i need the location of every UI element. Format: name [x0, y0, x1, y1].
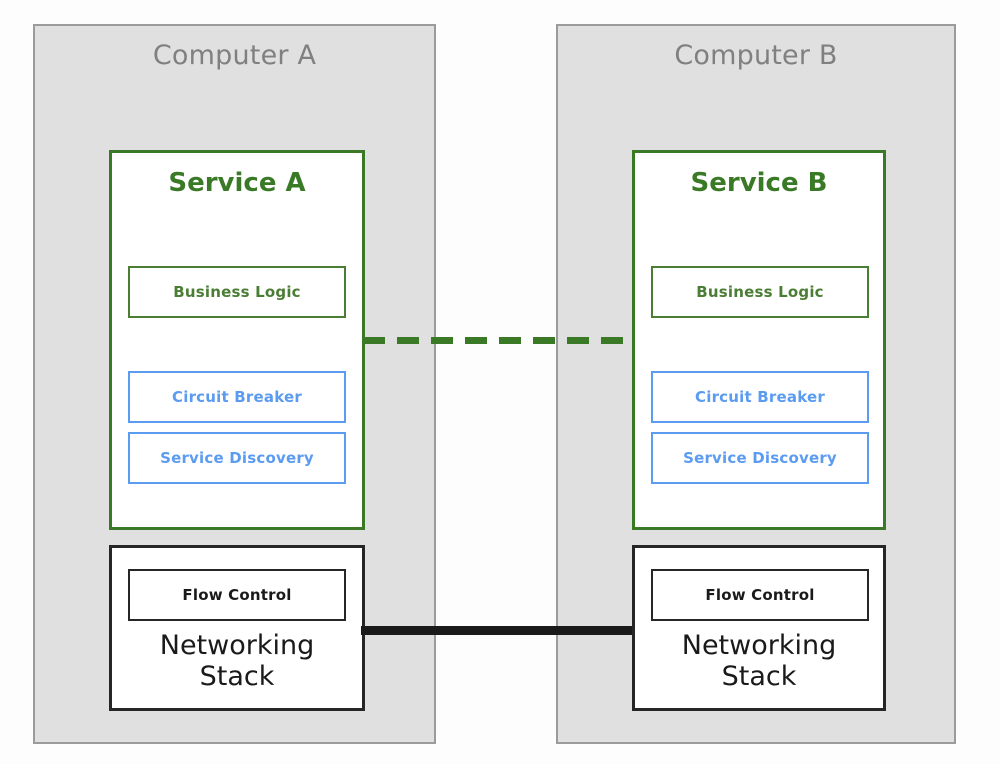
host-title-computer-b: Computer B — [674, 40, 838, 71]
diagram-canvas: Computer A Service A Business Logic Circ… — [0, 0, 1000, 764]
host-container-computer-a[interactable]: Computer A Service A Business Logic Circ… — [33, 24, 436, 744]
networking-stack-label-b-line2: Stack — [721, 661, 797, 693]
host-container-computer-b[interactable]: Computer B Service B Business Logic Circ… — [556, 24, 956, 744]
networking-stack-label-b-line1: Networking — [681, 630, 837, 661]
module-service-discovery-b[interactable]: Service Discovery — [651, 432, 869, 484]
module-flow-control-a[interactable]: Flow Control — [128, 569, 346, 621]
module-service-discovery-a[interactable]: Service Discovery — [128, 432, 346, 484]
module-circuit-breaker-b[interactable]: Circuit Breaker — [651, 371, 869, 423]
service-box-service-a[interactable]: Service A Business Logic Circuit Breaker… — [109, 150, 365, 530]
module-business-logic-a[interactable]: Business Logic — [128, 266, 346, 318]
solid-line-icon — [361, 626, 632, 635]
service-title-service-b: Service B — [690, 168, 828, 198]
module-business-logic-b[interactable]: Business Logic — [651, 266, 869, 318]
service-title-service-a: Service A — [168, 168, 306, 198]
networking-stack-b[interactable]: Flow Control Networking Stack — [632, 545, 886, 711]
networking-stack-label-a-line1: Networking — [159, 630, 315, 661]
networking-stack-label-b: Networking Stack — [635, 630, 883, 693]
networking-stack-label-a: Networking Stack — [112, 630, 362, 693]
networking-stack-label-a-line2: Stack — [199, 661, 275, 693]
module-circuit-breaker-a[interactable]: Circuit Breaker — [128, 371, 346, 423]
dashed-line-icon — [363, 337, 630, 344]
module-flow-control-b[interactable]: Flow Control — [651, 569, 869, 621]
networking-stack-a[interactable]: Flow Control Networking Stack — [109, 545, 365, 711]
host-title-computer-a: Computer A — [152, 40, 317, 71]
service-box-service-b[interactable]: Service B Business Logic Circuit Breaker… — [632, 150, 886, 530]
